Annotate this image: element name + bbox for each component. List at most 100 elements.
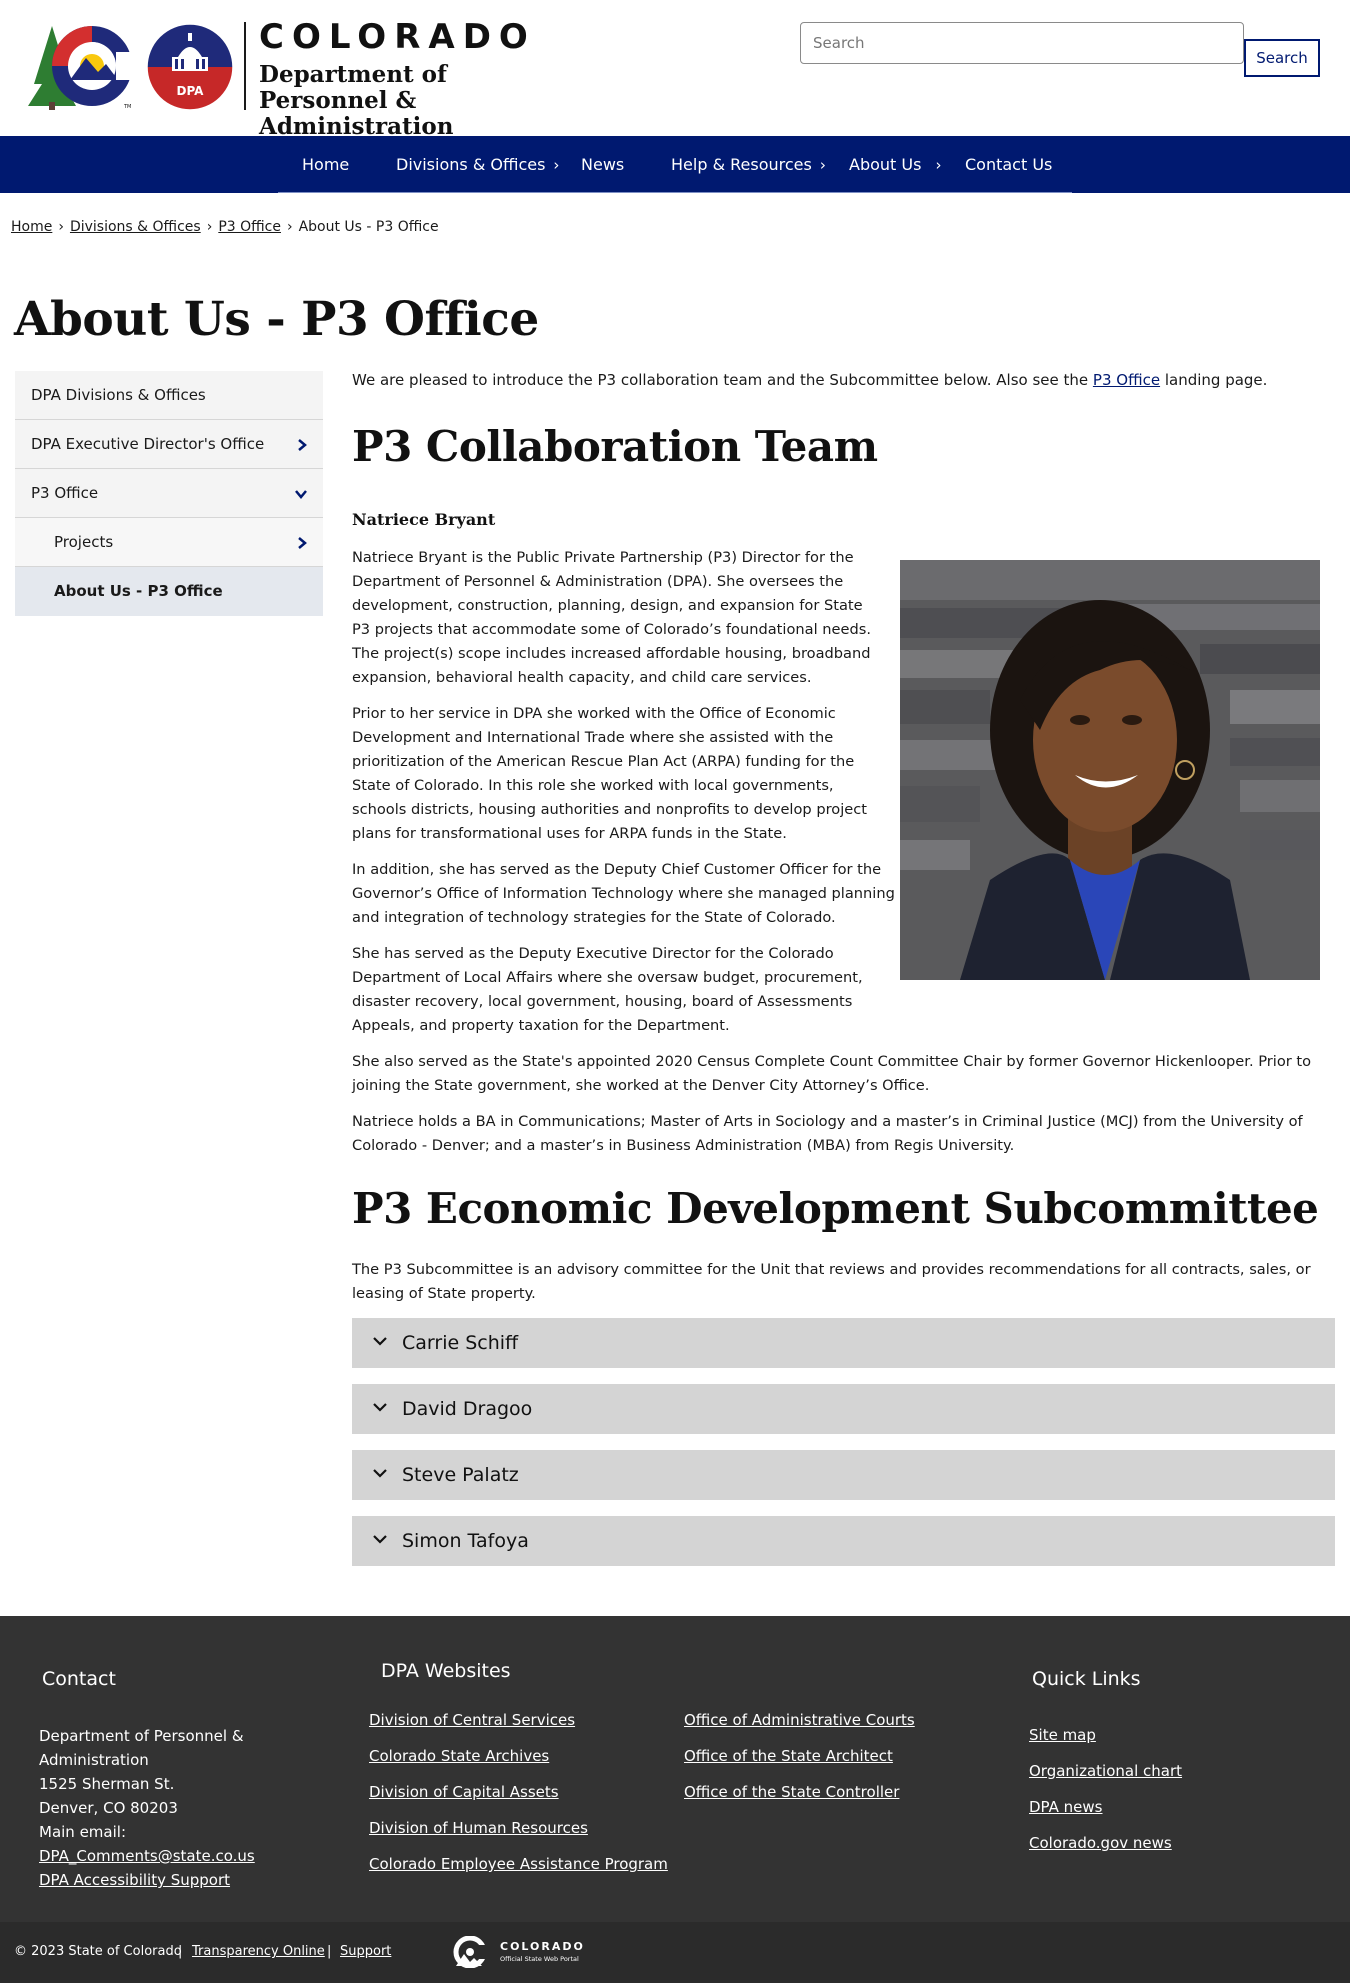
breadcrumb-p3-office[interactable]: P3 Office xyxy=(218,219,281,235)
bio-paragraph: In addition, she has served as the Deput… xyxy=(352,861,895,926)
accessibility-support-link[interactable]: DPA Accessibility Support xyxy=(39,1868,230,1892)
breadcrumb-separator: › xyxy=(58,219,64,235)
chevron-right-icon: › xyxy=(553,156,560,174)
footer-website-link[interactable]: Colorado State Archives xyxy=(369,1744,549,1768)
nav-about-us-label: About Us xyxy=(849,155,922,174)
quick-link[interactable]: DPA news xyxy=(1029,1795,1102,1819)
sidebar-item-label: About Us - P3 Office xyxy=(54,582,223,600)
accordion-steve-palatz[interactable]: Steve Palatz xyxy=(352,1450,1335,1500)
nav-home[interactable]: Home xyxy=(302,136,349,193)
sidebar-item-projects[interactable]: Projects xyxy=(15,518,323,567)
breadcrumb-current: About Us - P3 Office xyxy=(298,219,439,235)
chevron-down-icon xyxy=(373,1535,387,1544)
accordion-label: Carrie Schiff xyxy=(402,1332,519,1354)
chevron-down-icon[interactable] xyxy=(295,469,307,518)
breadcrumb-home[interactable]: Home xyxy=(11,219,52,235)
nav-contact-us[interactable]: Contact Us xyxy=(965,136,1052,193)
intro-text-start: We are pleased to introduce the P3 colla… xyxy=(352,371,1089,389)
bottom-divider: | xyxy=(327,1944,332,1959)
footer-contact-heading: Contact xyxy=(42,1668,116,1690)
portal-name: COLORADO xyxy=(500,1940,585,1953)
accordion-label: David Dragoo xyxy=(402,1398,533,1420)
quick-link[interactable]: Site map xyxy=(1029,1723,1096,1747)
contact-email-link[interactable]: DPA_Comments@state.co.us xyxy=(39,1844,255,1868)
chevron-down-icon xyxy=(373,1337,387,1346)
bio-paragraph: She has served as the Deputy Executive D… xyxy=(352,945,863,1034)
sidebar-item-label: DPA Executive Director's Office xyxy=(31,435,265,453)
nav-help-resources-label: Help & Resources xyxy=(671,155,812,174)
quick-link[interactable]: Organizational chart xyxy=(1029,1759,1182,1783)
breadcrumb-divisions-offices[interactable]: Divisions & Offices xyxy=(70,219,201,235)
chevron-right-icon: › xyxy=(935,156,942,174)
chevron-down-icon xyxy=(373,1469,387,1478)
accordion-carrie-schiff[interactable]: Carrie Schiff xyxy=(352,1318,1335,1368)
nav-help-resources[interactable]: Help & Resources › xyxy=(671,136,826,193)
p3-office-link[interactable]: P3 Office xyxy=(1093,371,1160,389)
nav-news-label: News xyxy=(581,155,625,174)
bio-paragraph: Natriece Bryant is the Public Private Pa… xyxy=(352,549,871,686)
nav-divisions-offices[interactable]: Divisions & Offices › xyxy=(396,136,559,193)
bio-paragraph: Prior to her service in DPA she worked w… xyxy=(352,705,867,842)
sidebar-item-p3-office[interactable]: P3 Office xyxy=(15,469,323,518)
dpa-badge-text: DPA xyxy=(177,84,205,98)
person-name: Natriece Bryant xyxy=(352,510,496,529)
colorado-c-icon xyxy=(453,1936,488,1968)
footer-quick-links-heading: Quick Links xyxy=(1032,1668,1141,1690)
main-nav: Home Divisions & Offices › News Help & Re… xyxy=(0,136,1350,193)
chevron-down-icon xyxy=(373,1403,387,1412)
official-portal-logo[interactable]: COLORADO Official State Web Portal xyxy=(452,1936,592,1970)
page-title: About Us - P3 Office xyxy=(14,292,539,347)
brand-department: Department of Personnel & Administration xyxy=(259,61,454,140)
bottom-divider: | xyxy=(178,1944,183,1959)
sidebar-item-about-us-p3[interactable]: About Us - P3 Office xyxy=(15,567,323,616)
colorado-c-logo-icon: TM xyxy=(28,26,140,110)
footer-websites-heading: DPA Websites xyxy=(381,1660,511,1682)
transparency-online-link[interactable]: Transparency Online xyxy=(192,1944,325,1959)
footer-website-link[interactable]: Office of the State Architect xyxy=(684,1744,893,1768)
contact-line: Main email: xyxy=(39,1823,126,1841)
support-link[interactable]: Support xyxy=(340,1944,391,1959)
chevron-right-icon[interactable] xyxy=(297,518,307,567)
nav-news[interactable]: News xyxy=(581,136,624,193)
search-button[interactable]: Search xyxy=(1244,39,1320,77)
copyright-text: © 2023 State of Colorado xyxy=(14,1944,182,1959)
sidebar-item-label: P3 Office xyxy=(31,484,99,502)
nav-divisions-offices-label: Divisions & Offices xyxy=(396,155,546,174)
chevron-right-icon[interactable] xyxy=(297,420,307,469)
dpa-seal-icon: DPA xyxy=(146,23,234,111)
contact-line: Department of Personnel & xyxy=(39,1727,244,1745)
search-input[interactable] xyxy=(800,22,1244,64)
footer-website-link[interactable]: Colorado Employee Assistance Program xyxy=(369,1852,668,1876)
footer-website-link[interactable]: Office of Administrative Courts xyxy=(684,1708,915,1732)
dpa-logo[interactable]: TM DPA COLORADO Department of Personnel … xyxy=(28,17,548,140)
footer-website-link[interactable]: Division of Human Resources xyxy=(369,1816,588,1840)
intro-text-end: landing page. xyxy=(1164,371,1268,389)
tm-mark: TM xyxy=(123,104,131,110)
nav-contact-us-label: Contact Us xyxy=(965,155,1053,174)
sidebar-nav: DPA Divisions & Offices DPA Executive Di… xyxy=(15,371,323,616)
site-header: TM DPA COLORADO Department of Personnel … xyxy=(0,0,1350,140)
quick-link[interactable]: Colorado.gov news xyxy=(1029,1831,1172,1855)
accordion-david-dragoo[interactable]: David Dragoo xyxy=(352,1384,1335,1434)
bio-paragraph: She also served as the State's appointed… xyxy=(352,1053,1312,1094)
brand-state: COLORADO xyxy=(259,17,536,57)
main-nav-inner: Home Divisions & Offices › News Help & Re… xyxy=(278,136,1072,193)
footer-website-link[interactable]: Division of Central Services xyxy=(369,1708,575,1732)
sidebar-item-dpa-divisions[interactable]: DPA Divisions & Offices xyxy=(15,371,323,420)
sidebar-item-label: DPA Divisions & Offices xyxy=(31,386,206,404)
footer-website-link[interactable]: Division of Capital Assets xyxy=(369,1780,559,1804)
accordion-simon-tafoya[interactable]: Simon Tafoya xyxy=(352,1516,1335,1566)
breadcrumb: Home › Divisions & Offices › P3 Office › About… xyxy=(11,219,439,235)
breadcrumb-separator: › xyxy=(206,219,213,235)
accordion-label: Simon Tafoya xyxy=(402,1530,529,1552)
subcommittee-heading: P3 Economic Development Subcommittee xyxy=(352,1184,1319,1233)
portal-sub: Official State Web Portal xyxy=(500,1955,579,1963)
nav-home-label: Home xyxy=(302,155,350,174)
bio-paragraph: Natriece holds a BA in Communications; M… xyxy=(352,1113,1303,1154)
nav-about-us[interactable]: About Us › xyxy=(849,136,941,193)
sidebar-item-label: Projects xyxy=(54,533,114,551)
footer-website-link[interactable]: Office of the State Controller xyxy=(684,1780,899,1804)
bottom-bar: © 2023 State of Colorado | Transparency … xyxy=(0,1922,1350,1983)
sidebar-item-executive-director[interactable]: DPA Executive Director's Office xyxy=(15,420,323,469)
contact-line: Denver, CO 80203 xyxy=(39,1799,178,1817)
